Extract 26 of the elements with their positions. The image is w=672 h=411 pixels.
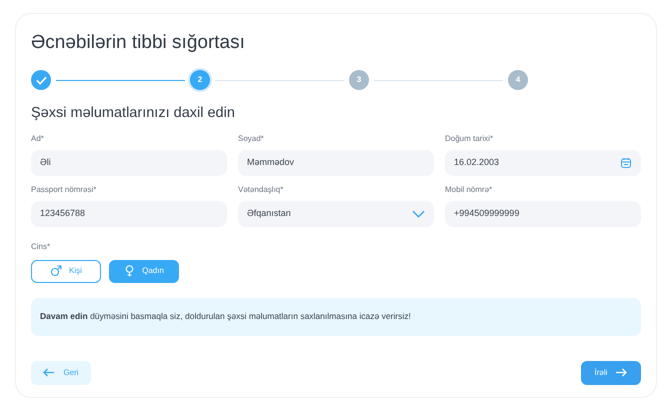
field-label: Vətəndaşlıq* — [238, 184, 284, 195]
gender-label: Cins* — [31, 242, 52, 252]
field-label: Ad* — [31, 134, 45, 144]
arrow-left-icon — [43, 368, 56, 378]
step-indicator: 2 — [190, 70, 210, 90]
check-icon — [36, 76, 46, 84]
consent-notice: Davam edin düyməsini basmaqla siz, doldurulan şəxsi məlumatların saxlanılmasına icazə verirsiz! — [31, 298, 641, 336]
field-label: Passport nömrəsi* — [31, 184, 98, 195]
input-field[interactable]: 123456788 — [31, 200, 227, 227]
calendar-icon[interactable] — [620, 156, 632, 169]
step-indicator: 3 — [349, 70, 369, 90]
input-field[interactable]: Əli — [31, 150, 227, 176]
section-title: Şəxsi məlumatlarınızı daxil edin — [31, 104, 236, 123]
select-field[interactable]: Əfqanıstan — [238, 200, 434, 227]
field-label: Soyad* — [238, 134, 265, 144]
field-label: Doğum tarixi* — [445, 134, 494, 144]
step-indicator: 4 — [508, 70, 528, 90]
female-symbol-icon — [124, 265, 136, 278]
page-title: Əcnəbilərin tibbi sığortası — [31, 31, 246, 55]
field-label: Mobil nömrə* — [445, 184, 494, 195]
male-symbol-icon — [50, 265, 62, 278]
input-field[interactable]: +994509999999 — [445, 200, 641, 227]
input-field[interactable]: 16.02.2003 — [445, 150, 641, 176]
input-field[interactable]: Məmmədov — [238, 150, 434, 176]
chevron-down-icon[interactable] — [412, 210, 425, 218]
arrow-right-icon — [615, 368, 628, 378]
